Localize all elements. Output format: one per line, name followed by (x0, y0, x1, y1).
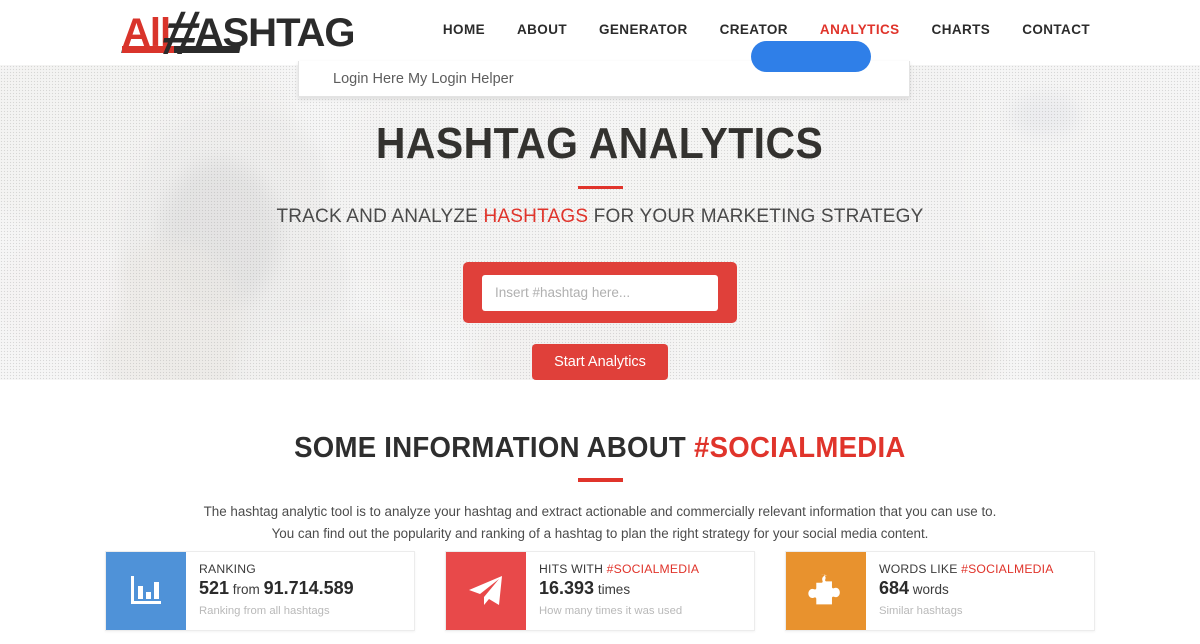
card-icon-wrap-ranking (106, 552, 186, 630)
card-value-main-ranking: 521 (199, 578, 230, 598)
puzzle-piece-icon (808, 573, 840, 605)
card-value-ranking: 521 from 91.714.589 (199, 578, 414, 599)
card-body-hits: HITS WITH #SOCIALMEDIA 16.393 times How … (526, 552, 754, 630)
card-body-words: WORDS LIKE #SOCIALMEDIA 684 words Simila… (866, 552, 1094, 630)
hero-subtitle: TRACK AND ANALYZE HASHTAGS FOR YOUR MARK… (276, 206, 923, 228)
nav-item-creator[interactable]: CREATOR (720, 22, 788, 37)
stat-cards: RANKING 521 from 91.714.589 Ranking from… (0, 551, 1200, 631)
info-description-line2: You can find out the popularity and rank… (271, 525, 929, 541)
page-root: All # ASHTAG HOME ABOUT GENERATOR CREATO… (0, 0, 1200, 644)
card-label-words: WORDS LIKE #SOCIALMEDIA (879, 562, 1094, 576)
info-title: SOME INFORMATION ABOUT #SOCIALMEDIA (294, 432, 905, 465)
logo-text-ashtag: ASHTAG (194, 11, 356, 55)
card-body-ranking: RANKING 521 from 91.714.589 Ranking from… (186, 552, 414, 630)
card-value-mid-hits: times (594, 582, 631, 597)
main-navigation: HOME ABOUT GENERATOR CREATOR ANALYTICS C… (443, 22, 1090, 37)
login-helper-text: Login Here My Login Helper (333, 70, 514, 87)
site-logo[interactable]: All # ASHTAG (121, 0, 356, 68)
card-label-hits: HITS WITH #SOCIALMEDIA (539, 562, 754, 576)
start-analytics-button[interactable]: Start Analytics (532, 344, 668, 380)
card-note-ranking: Ranking from all hashtags (199, 605, 330, 617)
card-label-highlight-words: #SOCIALMEDIA (961, 562, 1054, 576)
info-divider (577, 478, 623, 482)
card-label-ranking: RANKING (199, 562, 414, 576)
hashtag-search-box (463, 262, 737, 323)
site-header: All # ASHTAG HOME ABOUT GENERATOR CREATO… (0, 0, 1200, 68)
hero-title: HASHTAG ANALYTICS (376, 119, 824, 168)
card-value-hits: 16.393 times (539, 578, 754, 599)
info-title-highlight: #SOCIALMEDIA (694, 432, 906, 464)
card-value-main-words: 684 (879, 578, 910, 598)
card-note-words: Similar hashtags (879, 605, 963, 617)
hero-section: HASHTAG ANALYTICS TRACK AND ANALYZE HASH… (0, 65, 1200, 380)
card-icon-wrap-hits (446, 552, 526, 630)
nav-item-home[interactable]: HOME (443, 22, 485, 37)
card-value-mid-words: words (909, 582, 949, 597)
stat-card-words[interactable]: WORDS LIKE #SOCIALMEDIA 684 words Simila… (785, 551, 1095, 631)
nav-item-charts[interactable]: CHARTS (932, 22, 991, 37)
paper-plane-icon (469, 576, 502, 605)
info-section: SOME INFORMATION ABOUT #SOCIALMEDIA The … (0, 380, 1200, 545)
info-title-pre: SOME INFORMATION ABOUT (294, 432, 695, 464)
stat-card-hits[interactable]: HITS WITH #SOCIALMEDIA 16.393 times How … (445, 551, 755, 631)
card-label-text-words: WORDS LIKE (879, 562, 962, 576)
card-value-second-ranking: 91.714.589 (263, 578, 354, 598)
info-description-line1: The hashtag analytic tool is to analyze … (203, 504, 997, 519)
nav-item-generator[interactable]: GENERATOR (599, 22, 688, 37)
card-note-hits: How many times it was used (539, 605, 683, 617)
bar-chart-icon (131, 576, 161, 604)
info-header: SOME INFORMATION ABOUT #SOCIALMEDIA The … (0, 380, 1200, 545)
login-helper-overlay[interactable]: Login Here My Login Helper (298, 41, 910, 97)
card-value-main-hits: 16.393 (539, 578, 595, 598)
hero-divider (577, 186, 623, 190)
nav-item-about[interactable]: ABOUT (517, 22, 567, 37)
nav-item-contact[interactable]: CONTACT (1022, 22, 1090, 37)
nav-item-analytics[interactable]: ANALYTICS (820, 22, 900, 37)
card-label-text-hits: HITS WITH (539, 562, 607, 576)
hero-subtitle-highlight: HASHTAGS (483, 206, 589, 228)
hashtag-search-input[interactable] (482, 274, 718, 311)
card-label-highlight-hits: #SOCIALMEDIA (606, 562, 700, 576)
card-value-mid-ranking: from (229, 582, 264, 597)
card-value-words: 684 words (879, 578, 1094, 599)
card-icon-wrap-words (786, 552, 866, 630)
card-label-text-ranking: RANKING (199, 562, 256, 576)
stat-card-ranking[interactable]: RANKING 521 from 91.714.589 Ranking from… (105, 551, 415, 631)
hero-subtitle-pre: TRACK AND ANALYZE (276, 206, 484, 228)
login-helper-button[interactable] (751, 41, 871, 72)
info-description: The hashtag analytic tool is to analyze … (0, 501, 1200, 545)
hero-content: HASHTAG ANALYTICS TRACK AND ANALYZE HASH… (0, 65, 1200, 380)
hero-subtitle-post: FOR YOUR MARKETING STRATEGY (588, 206, 924, 228)
